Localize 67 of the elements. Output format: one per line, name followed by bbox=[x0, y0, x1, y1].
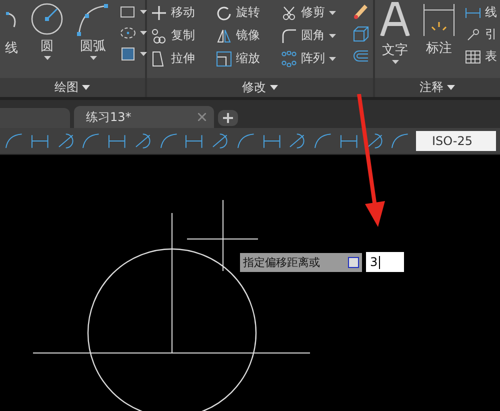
move-icon bbox=[151, 4, 167, 20]
ribbon-tool-button[interactable]: 修剪 bbox=[281, 4, 349, 21]
panel-title-button[interactable]: 修改 bbox=[147, 78, 373, 97]
scale-icon bbox=[216, 50, 232, 66]
caret-icon bbox=[270, 85, 278, 90]
edit-dim-icon[interactable] bbox=[338, 132, 358, 150]
ribbon-tool-button[interactable] bbox=[119, 25, 147, 41]
table-icon bbox=[465, 48, 481, 64]
ribbon-tool-button[interactable]: 拉伸 bbox=[151, 50, 208, 67]
cube-icon[interactable] bbox=[353, 26, 369, 42]
ribbon-tool-button[interactable]: 缩放 bbox=[216, 50, 273, 67]
panel-title-button[interactable]: 绘图 bbox=[0, 78, 145, 97]
mirror-icon bbox=[216, 28, 232, 44]
caret-icon bbox=[329, 56, 336, 60]
offset-icon[interactable] bbox=[353, 48, 369, 64]
caret-icon bbox=[140, 10, 147, 14]
space-icon[interactable] bbox=[184, 132, 204, 150]
document-tab[interactable]: 练习13* bbox=[74, 106, 214, 128]
arc-icon bbox=[76, 2, 110, 36]
caret-icon bbox=[90, 56, 96, 60]
caret-icon bbox=[140, 31, 147, 35]
caret-icon bbox=[44, 56, 50, 60]
ribbon-tool-button[interactable]: 文字 bbox=[377, 2, 413, 78]
ribbon-tool-button[interactable]: 线 bbox=[2, 2, 21, 78]
ellipse-icon bbox=[119, 25, 137, 41]
ribbon-tool-button[interactable]: 移动 bbox=[151, 4, 208, 21]
rotate-icon bbox=[216, 4, 232, 20]
caret-icon bbox=[392, 60, 398, 64]
leader-icon bbox=[465, 26, 481, 42]
dim-style-field[interactable]: ISO-25 bbox=[416, 131, 496, 151]
ribbon-tool-button[interactable]: 圆 bbox=[27, 2, 67, 78]
caret-icon bbox=[140, 52, 147, 56]
ribbon-tool-button[interactable] bbox=[119, 4, 147, 20]
ribbon-tool-button[interactable] bbox=[119, 46, 147, 62]
eraser-icon[interactable] bbox=[353, 4, 369, 20]
ribbon-tool-button[interactable]: 复制 bbox=[151, 27, 208, 44]
array-icon bbox=[281, 50, 297, 66]
ribbon-tool-button[interactable]: 表 bbox=[465, 48, 497, 65]
polyline-icon bbox=[6, 12, 17, 28]
caret-icon bbox=[329, 34, 336, 38]
quick-dim-icon[interactable] bbox=[107, 132, 127, 150]
hatch-icon bbox=[119, 46, 137, 62]
arc-dim-icon[interactable] bbox=[4, 132, 24, 150]
circle-icon bbox=[30, 2, 64, 36]
prompt-text: 指定偏移距离或 bbox=[243, 255, 320, 270]
close-icon[interactable] bbox=[198, 113, 206, 121]
ribbon-tool-button[interactable]: 标注 bbox=[419, 2, 459, 78]
caret-icon bbox=[447, 85, 456, 90]
caret-icon bbox=[82, 85, 90, 90]
ribbon-tool-button[interactable]: 引 bbox=[465, 26, 497, 43]
ribbon-tool-button[interactable]: 圆角 bbox=[281, 27, 349, 44]
copy-icon bbox=[151, 28, 167, 44]
plus-icon bbox=[223, 113, 233, 123]
ribbon-tool-button[interactable]: 阵列 bbox=[281, 50, 349, 67]
ribbon-tool-button[interactable]: 圆弧 bbox=[73, 2, 113, 78]
dimension-icon bbox=[422, 2, 456, 38]
caret-icon bbox=[329, 10, 336, 14]
fillet-icon bbox=[281, 28, 297, 44]
ribbon-tool-button[interactable]: 旋转 bbox=[216, 4, 273, 21]
trim-icon bbox=[281, 4, 297, 20]
new-tab-button[interactable] bbox=[218, 110, 238, 126]
distance-input[interactable]: 3 bbox=[366, 252, 404, 272]
ribbon-tool-button[interactable]: 镜像 bbox=[216, 27, 273, 44]
ribbon-tool-button[interactable]: 线 bbox=[465, 4, 497, 21]
dropdown-icon[interactable] bbox=[348, 257, 359, 268]
rectangle-icon bbox=[119, 4, 137, 20]
panel-title-button[interactable]: 注释 bbox=[375, 78, 500, 97]
